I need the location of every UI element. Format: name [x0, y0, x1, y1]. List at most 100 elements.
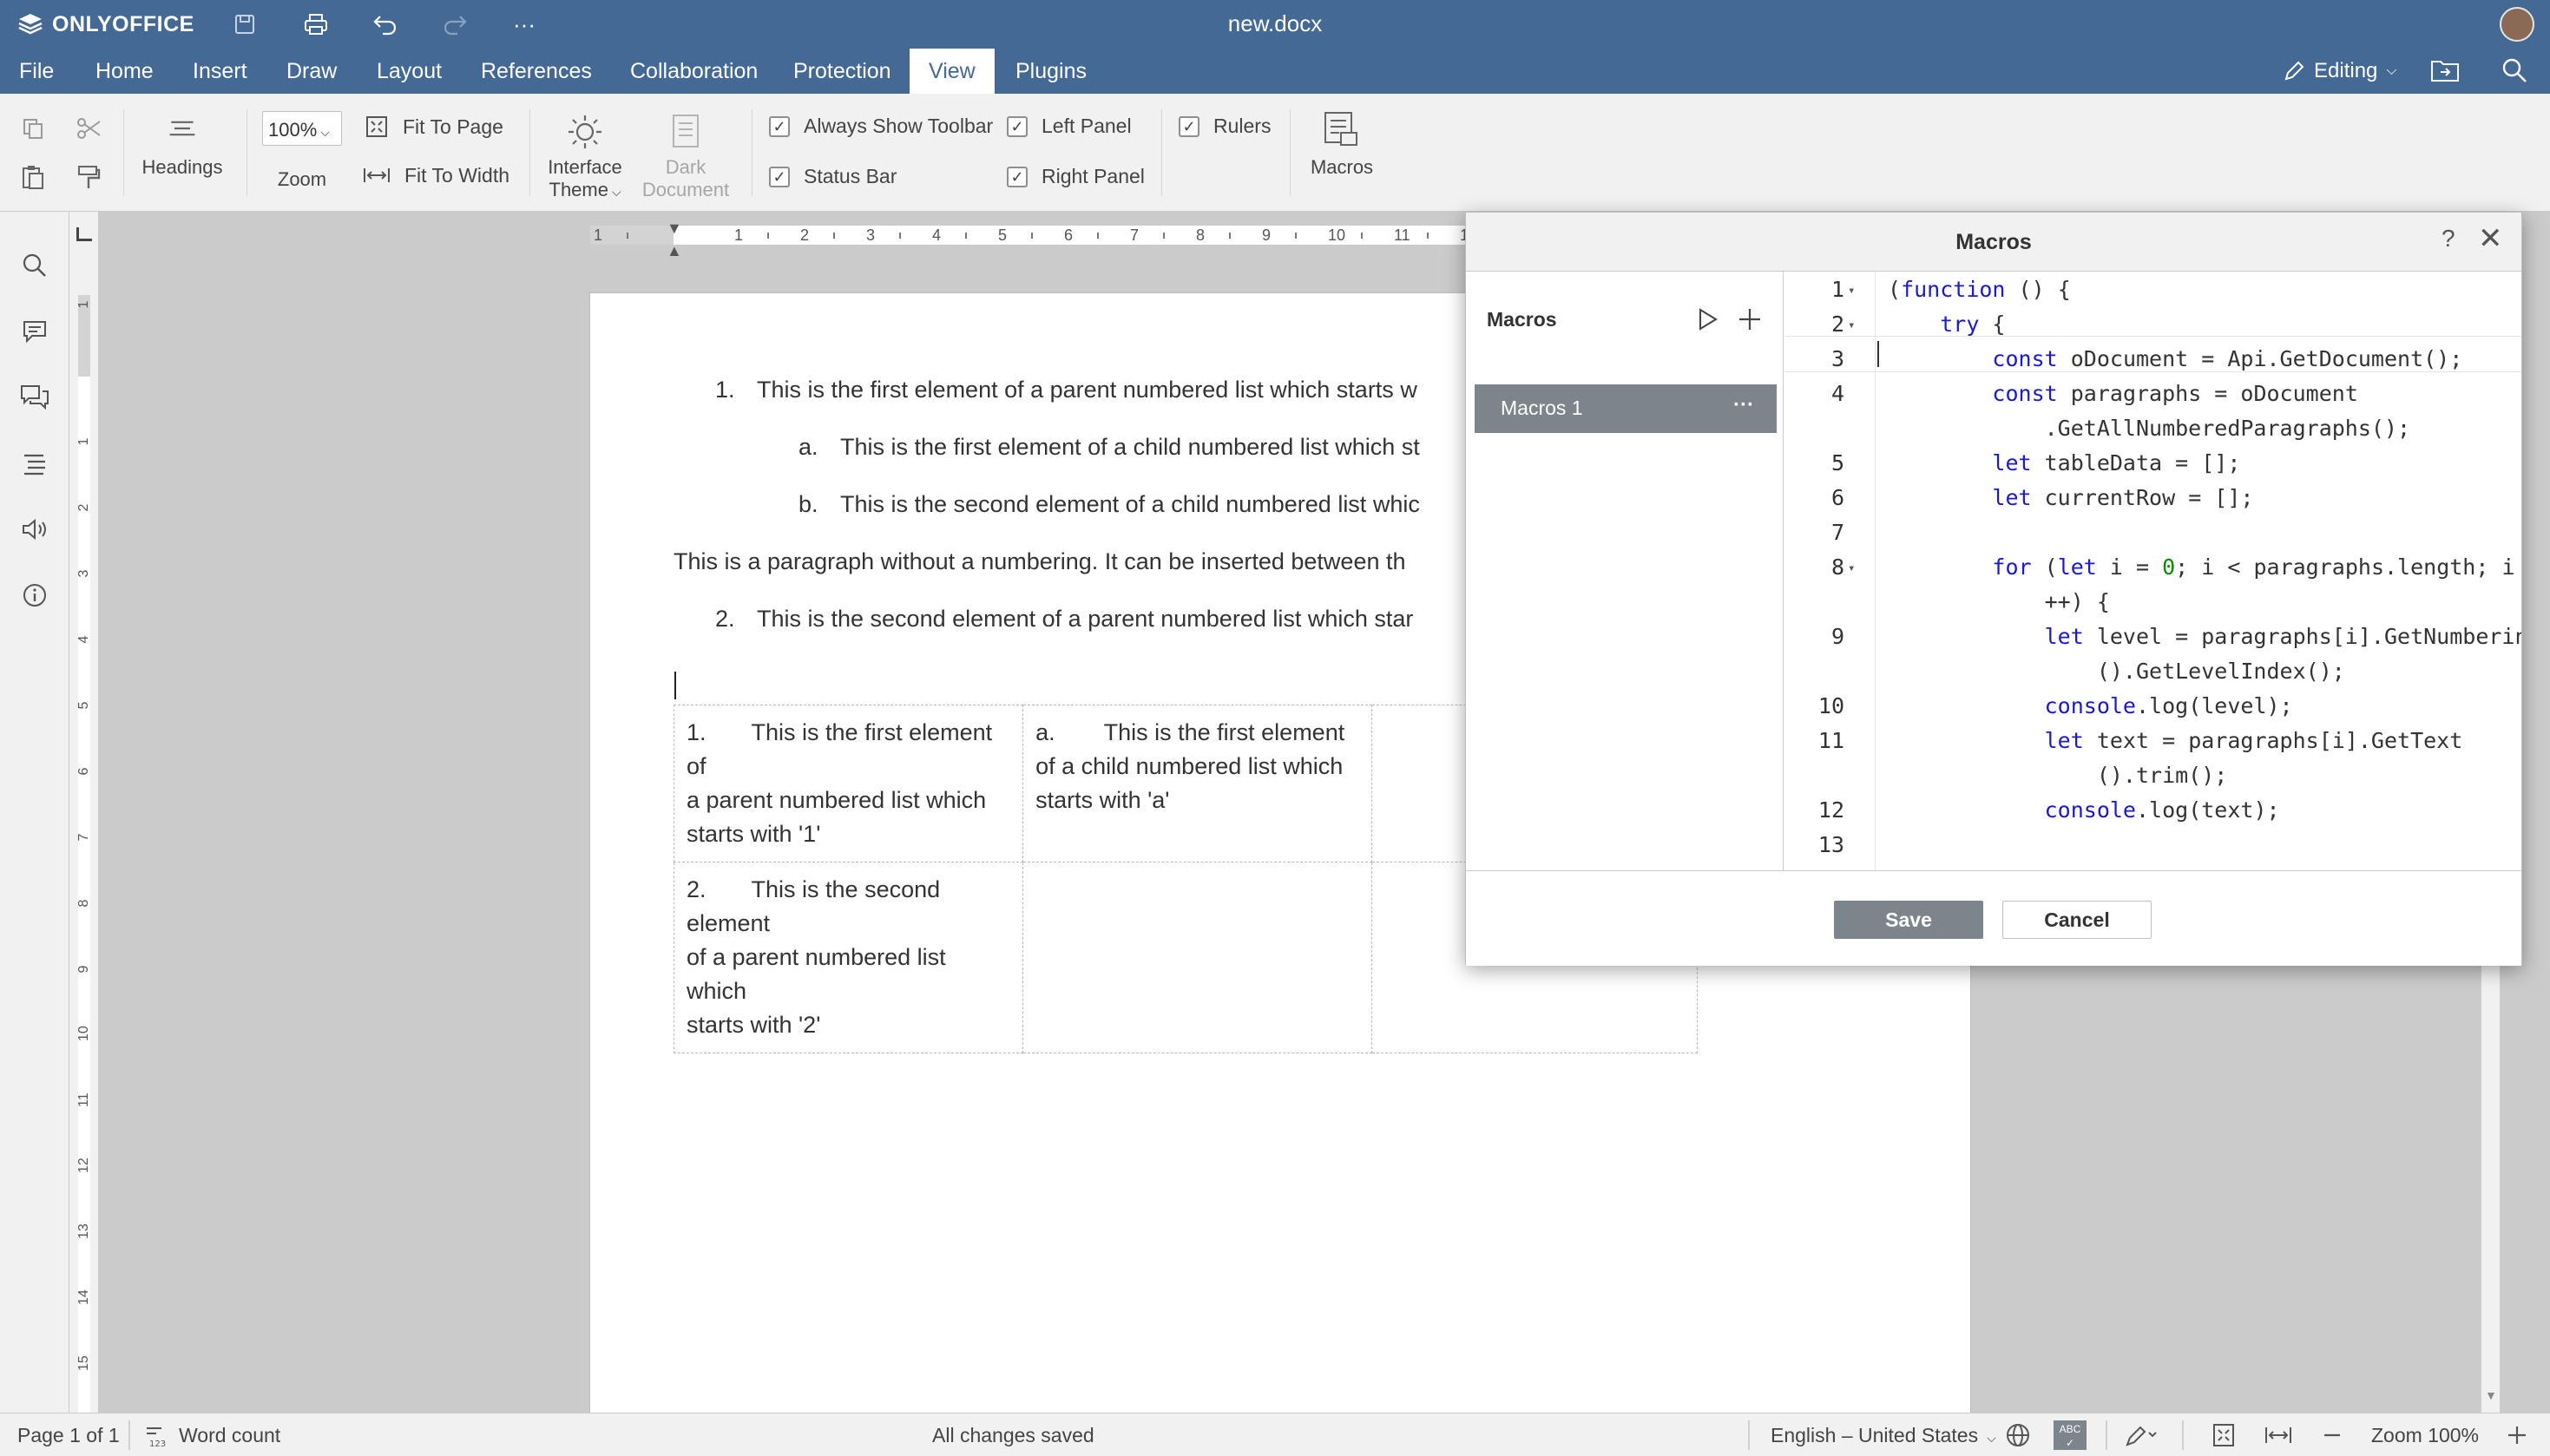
tab-stop-icon[interactable]	[76, 227, 92, 241]
code-line: .GetAllNumberedParagraphs();	[1888, 416, 2411, 441]
run-macro-icon[interactable]	[1695, 306, 1719, 338]
tab-references[interactable]: References	[462, 49, 611, 94]
tab-collaboration[interactable]: Collaboration	[611, 49, 777, 94]
line-number: 11	[1817, 728, 1844, 753]
macro-list-item[interactable]: Macros 1 ···	[1475, 384, 1777, 433]
search-icon[interactable]	[17, 248, 52, 283]
chat-icon[interactable]	[17, 380, 52, 415]
ruler-tick-label: 2	[76, 503, 91, 512]
zoom-select[interactable]: 100% ⌵	[262, 111, 342, 146]
list-letter: b.	[799, 491, 818, 517]
ruler-tick-label: 9	[1262, 226, 1272, 244]
search-icon[interactable]	[2501, 57, 2527, 89]
ruler-tick-label: 2	[800, 226, 810, 244]
paragraph-4[interactable]: This is a paragraph without a numbering.…	[674, 548, 1406, 575]
language-select[interactable]: English – United States ⌵	[1771, 1413, 1996, 1456]
fit-width-icon[interactable]	[2264, 1422, 2293, 1453]
fit-to-width-button[interactable]: Fit To Width	[363, 163, 509, 187]
save-button[interactable]: Save	[1834, 901, 1983, 939]
speaker-icon[interactable]	[17, 512, 52, 547]
cell-text: This is the first element of	[687, 719, 993, 779]
cell-text: starts with '1'	[687, 821, 821, 847]
headings-label[interactable]: Headings	[139, 156, 226, 179]
comments-icon[interactable]	[17, 314, 52, 349]
cancel-button[interactable]: Cancel	[2002, 901, 2152, 939]
tab-file[interactable]: File	[0, 49, 73, 94]
table-cell[interactable]: 1. This is the first element of a parent …	[673, 705, 1024, 862]
always-show-toolbar-checkbox[interactable]: ✓ Always Show Toolbar	[769, 115, 993, 138]
right-panel-checkbox[interactable]: ✓ Right Panel	[1007, 165, 1145, 188]
help-icon[interactable]: ?	[2442, 225, 2455, 253]
close-icon[interactable]: ✕	[2478, 221, 2503, 256]
tab-protection[interactable]: Protection	[774, 49, 910, 94]
table-cell[interactable]	[1022, 862, 1373, 1053]
list-number: 2.	[687, 876, 707, 902]
vertical-ruler[interactable]: 1 1 2 3 4 5 6 7 8 9 10 11 12 13 14 15	[69, 212, 99, 1414]
editing-mode-button[interactable]: Editing ⌵	[2283, 57, 2397, 85]
fit-page-icon[interactable]	[2212, 1422, 2236, 1453]
dialog-footer: Save Cancel	[1466, 870, 2521, 966]
paste-icon[interactable]	[17, 161, 49, 193]
code-line: const oDocument = Api.GetDocument();	[1992, 346, 2463, 371]
headings-icon[interactable]	[167, 113, 198, 144]
ruler-tick	[1097, 233, 1099, 239]
ruler-tick-label: 3	[76, 569, 91, 578]
tab-view[interactable]: View	[910, 49, 995, 94]
info-icon[interactable]	[17, 578, 52, 613]
tab-layout[interactable]: Layout	[358, 49, 461, 94]
status-bar-checkbox[interactable]: ✓ Status Bar	[769, 165, 897, 188]
ruler-tick	[1361, 233, 1363, 239]
code-editor[interactable]: 1 ▾ 2 ▾ 3 4 5 6 7 8 ▾ 9 10 11 12 13 (function () { try …	[1785, 272, 2521, 870]
indent-marker-icon[interactable]: ▼	[667, 220, 682, 236]
table-cell[interactable]: a. This is the first element of a child n…	[1022, 705, 1373, 862]
word-count[interactable]: Word count	[179, 1413, 280, 1456]
cut-icon[interactable]	[73, 113, 104, 144]
track-changes-icon[interactable]	[2125, 1422, 2163, 1453]
spellcheck-icon[interactable]: ABC ✓	[2054, 1420, 2087, 1450]
line-number: 12	[1817, 797, 1844, 823]
macros-icon[interactable]	[1319, 109, 1361, 151]
open-location-icon[interactable]	[2430, 57, 2460, 89]
paragraph-3[interactable]: This is the second element of a child nu…	[840, 491, 1420, 518]
macro-name: Macros 1	[1501, 397, 1583, 419]
zoom-out-icon[interactable]	[2321, 1422, 2343, 1453]
ruler-tick-label: 6	[1064, 226, 1074, 244]
zoom-in-icon[interactable]	[2505, 1422, 2529, 1453]
ruler-tick-label: 7	[1130, 226, 1140, 244]
copy-icon[interactable]	[17, 113, 49, 144]
sun-icon[interactable]	[566, 113, 604, 151]
line-number: 7	[1830, 520, 1844, 545]
paragraph-1[interactable]: This is the first element of a parent nu…	[757, 377, 1417, 403]
fold-arrow-icon[interactable]: ▾	[1848, 318, 1855, 332]
line-number: 13	[1817, 832, 1844, 857]
table-cell[interactable]: 2. This is the second element of a parent…	[673, 862, 1024, 1053]
code-line: let text = paragraphs[i].GetText	[2044, 728, 2463, 753]
more-icon[interactable]: ···	[1733, 393, 1754, 417]
paragraph-5[interactable]: This is the second element of a parent n…	[757, 606, 1413, 633]
navigation-icon[interactable]	[17, 446, 52, 481]
fold-arrow-icon[interactable]: ▾	[1848, 284, 1855, 298]
tab-home[interactable]: Home	[76, 49, 173, 94]
fit-to-page-button[interactable]: Fit To Page	[365, 115, 503, 139]
rulers-checkbox[interactable]: ✓ Rulers	[1179, 115, 1271, 138]
ruler-tick-label: 1	[594, 226, 603, 244]
macros-button-label[interactable]: Macros	[1298, 156, 1385, 179]
ruler-tick	[1163, 233, 1165, 239]
format-painter-icon[interactable]	[73, 161, 104, 193]
hanging-indent-icon[interactable]: ▲	[667, 243, 682, 259]
page-indicator[interactable]: Page 1 of 1	[17, 1413, 120, 1456]
fold-arrow-icon[interactable]: ▾	[1848, 561, 1855, 575]
scroll-down-icon[interactable]: ▼	[2485, 1388, 2497, 1402]
left-panel-checkbox[interactable]: ✓ Left Panel	[1007, 115, 1132, 138]
line-number: 3	[1830, 346, 1844, 371]
macros-dialog: Macros ? ✕ Macros Macros 1 ··· 1 ▾ 2 ▾ 3 4 5 6 7…	[1465, 212, 2522, 966]
tab-plugins[interactable]: Plugins	[996, 49, 1106, 94]
tab-draw[interactable]: Draw	[267, 49, 356, 94]
interface-theme-button[interactable]: Interface Theme ⌵	[540, 156, 630, 203]
avatar[interactable]	[2500, 7, 2534, 42]
paragraph-2[interactable]: This is the first element of a child num…	[840, 434, 1420, 461]
word-count-icon[interactable]: 123	[144, 1424, 168, 1453]
tab-insert[interactable]: Insert	[174, 49, 266, 94]
add-macro-icon[interactable]	[1737, 306, 1763, 338]
globe-icon[interactable]	[2005, 1422, 2031, 1453]
